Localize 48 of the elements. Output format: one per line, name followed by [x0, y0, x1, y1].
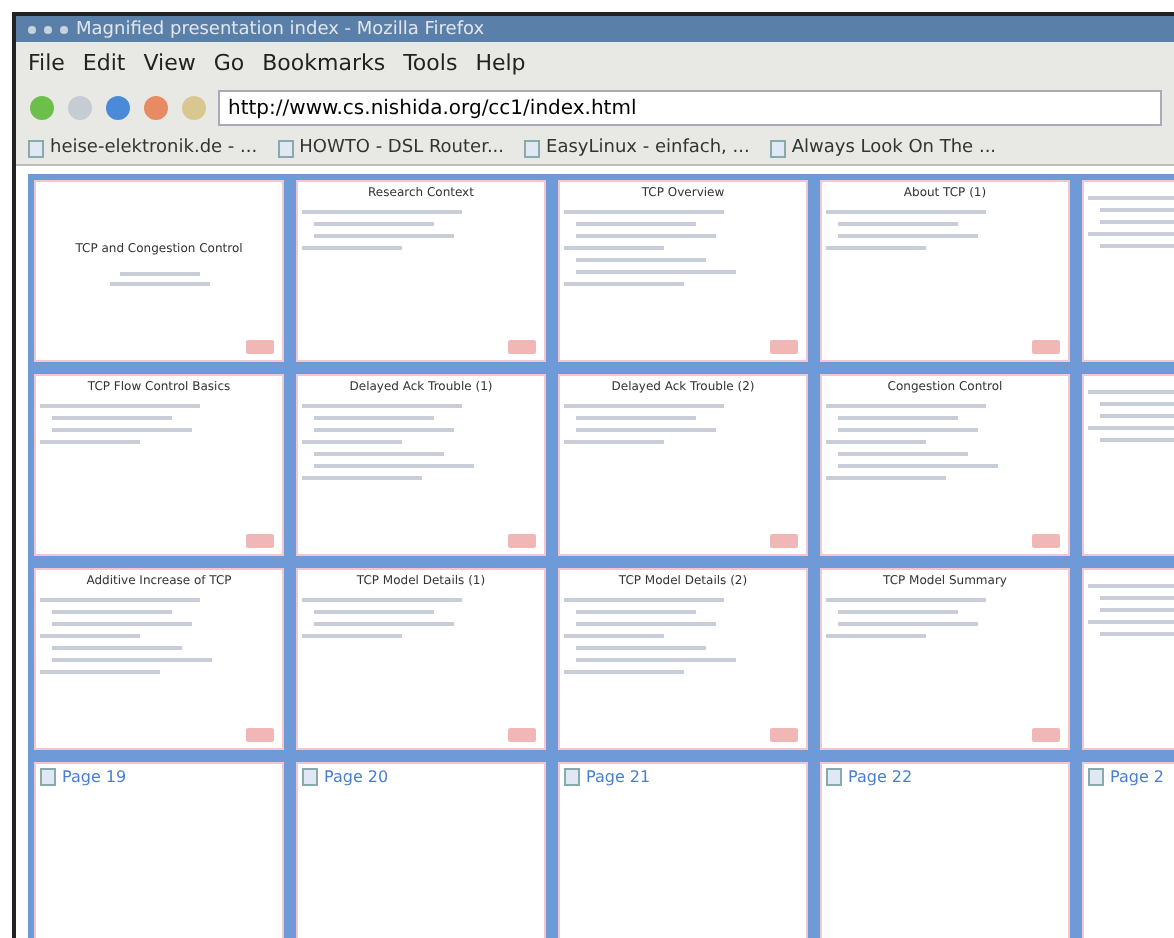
bookmark-link[interactable]: EasyLinux - einfach, ... [524, 138, 750, 158]
logo-mark-icon [770, 728, 798, 742]
logo-mark-icon [246, 534, 274, 548]
page-thumbnail[interactable]: Page 2 [1076, 756, 1174, 938]
logo-mark-icon [770, 340, 798, 354]
page-thumbnail[interactable]: Page 21 [552, 756, 814, 938]
logo-mark-icon [1032, 534, 1060, 548]
logo-mark-icon [246, 728, 274, 742]
page-link[interactable]: Page 19 [40, 768, 127, 786]
bookmark-link[interactable]: HOWTO - DSL Router... [277, 138, 505, 158]
logo-mark-icon [508, 534, 536, 548]
page-link[interactable]: Page 20 [302, 768, 389, 786]
page-icon [40, 768, 56, 786]
address-field[interactable]: http://www.cs.nishida.org/cc1/index.html [218, 90, 1162, 126]
page-icon [524, 139, 541, 157]
page-icon [769, 139, 786, 157]
logo-mark-icon [1032, 728, 1060, 742]
page-thumbnail[interactable]: Page 20 [290, 756, 552, 938]
page-thumbnail[interactable]: Page 22 [814, 756, 1076, 938]
page-icon [302, 768, 318, 786]
logo-mark-icon [770, 534, 798, 548]
page-link[interactable]: Page 22 [826, 768, 913, 786]
subtitle-drawing [109, 272, 209, 288]
menu-item[interactable]: File [28, 50, 65, 76]
page-icon [277, 139, 294, 157]
menu-item[interactable]: Help [475, 50, 526, 76]
page-icon [28, 139, 44, 157]
logo-mark-icon [508, 340, 536, 354]
page-thumbnail[interactable]: Page 19 [28, 756, 290, 938]
logo-mark-icon [246, 340, 274, 354]
page-link[interactable]: Page 21 [564, 768, 651, 786]
stop-icon[interactable] [142, 94, 170, 122]
bookmark-link[interactable]: heise-elektronik.de - ... [28, 138, 258, 158]
page-link[interactable]: Page 2 [1088, 768, 1164, 786]
menu-item[interactable]: Go [213, 50, 245, 76]
reload-icon[interactable] [104, 94, 132, 122]
page-icon [564, 768, 580, 786]
window-title: Magnified presentation index - Mozilla Firefox [76, 19, 485, 39]
page-icon [1088, 768, 1104, 786]
logo-mark-icon [508, 728, 536, 742]
menu-item[interactable]: View [143, 50, 196, 76]
logo-mark-icon [1032, 340, 1060, 354]
menu-item[interactable]: Bookmarks [262, 50, 386, 76]
menu-item[interactable]: Edit [82, 50, 126, 76]
page-icon [826, 768, 842, 786]
back-icon[interactable] [28, 94, 56, 122]
menu-item[interactable]: Tools [403, 50, 458, 76]
bookmark-link[interactable]: Always Look On The ... [769, 138, 997, 158]
